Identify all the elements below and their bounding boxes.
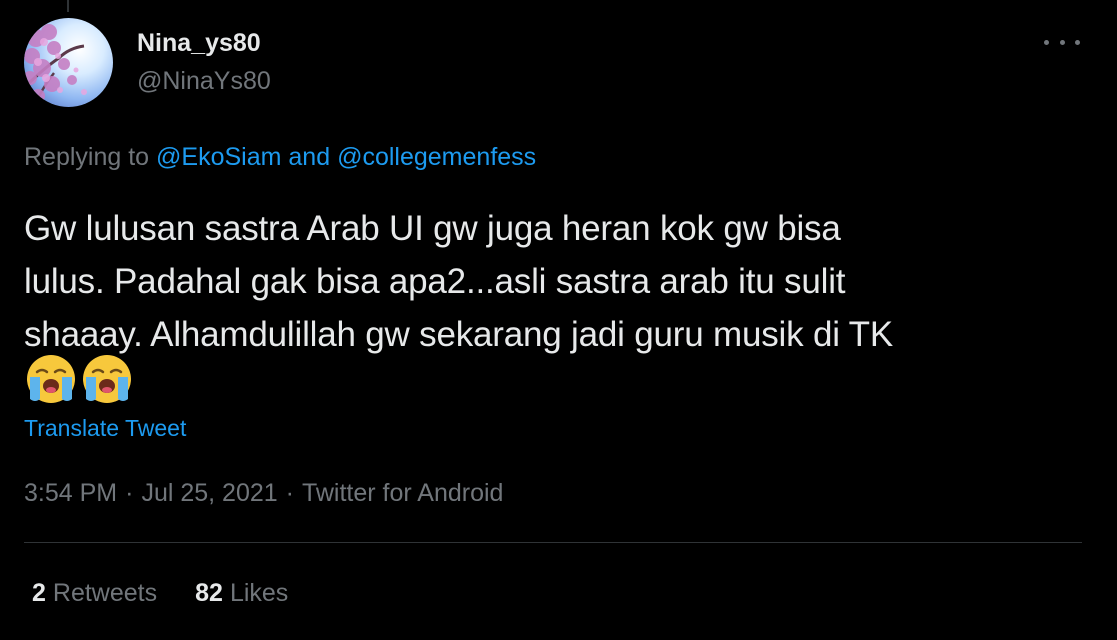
translate-tweet-link[interactable]: Translate Tweet	[24, 414, 186, 442]
user-handle[interactable]: @NinaYs80	[137, 66, 271, 96]
thread-connector-line	[67, 0, 69, 12]
mention-link-collegemenfess[interactable]: @collegemenfess	[337, 143, 536, 171]
engagement-stats: 2 Retweets 82 Likes	[32, 578, 288, 608]
tweet-text: Gw lulusan sastra Arab UI gw juga heran …	[24, 202, 1084, 361]
tweet-text-line: Gw lulusan sastra Arab UI gw juga heran …	[24, 209, 841, 248]
tweet-text-line: lulus. Padahal gak bisa apa2...asli sast…	[24, 262, 846, 301]
tweet-time[interactable]: 3:54 PM	[24, 479, 117, 507]
likes-count: 82	[195, 579, 223, 607]
more-dot	[1059, 39, 1065, 45]
tweet-metadata: 3:54 PM · Jul 25, 2021 · Twitter for Android	[24, 478, 503, 508]
tweet-date[interactable]: Jul 25, 2021	[141, 479, 277, 507]
mention-link-ekosiam[interactable]: @EkoSiam	[156, 143, 281, 171]
tweet-source[interactable]: Twitter for Android	[302, 479, 503, 507]
display-name[interactable]: Nina_ys80	[137, 28, 261, 58]
more-dot	[1075, 39, 1080, 45]
retweets-label: Retweets	[52, 579, 158, 607]
replying-to-joiner[interactable]: and	[288, 143, 330, 171]
replying-to-prefix: Replying to	[24, 143, 150, 171]
retweets-stat[interactable]: 2 Retweets	[32, 578, 157, 608]
divider	[24, 542, 1082, 543]
likes-stat[interactable]: 82 Likes	[195, 578, 288, 608]
loudly-crying-face-icon	[27, 355, 75, 403]
more-options-icon[interactable]	[1044, 30, 1080, 54]
emoji-row	[25, 353, 133, 405]
likes-label: Likes	[229, 579, 289, 607]
avatar[interactable]	[24, 18, 113, 107]
replying-to-line: Replying to @EkoSiam and @collegemenfess	[24, 142, 536, 172]
more-dot	[1044, 39, 1049, 45]
retweets-count: 2	[32, 579, 46, 607]
meta-separator: ·	[125, 479, 134, 507]
loudly-crying-face-icon	[83, 355, 131, 403]
tweet-text-line: shaaay. Alhamdulillah gw sekarang jadi g…	[24, 315, 894, 354]
meta-separator: ·	[285, 479, 294, 507]
